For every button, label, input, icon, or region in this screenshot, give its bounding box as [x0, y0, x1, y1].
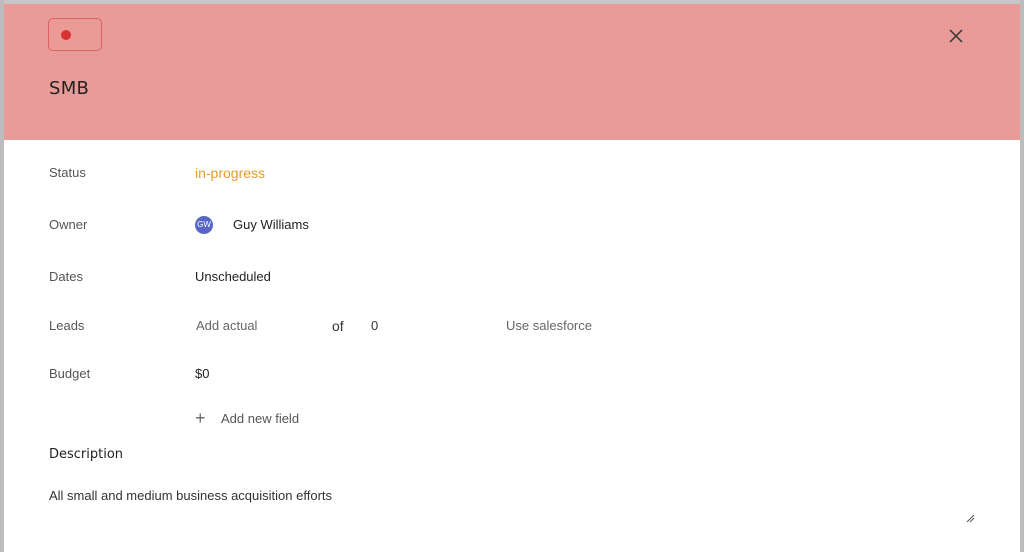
budget-row: Budget $0 — [4, 362, 1020, 386]
use-salesforce-link[interactable]: Use salesforce — [506, 314, 592, 338]
dates-row: Dates Unscheduled — [4, 265, 1020, 289]
leads-label: Leads — [49, 318, 85, 333]
plus-icon: + — [195, 408, 206, 428]
status-value[interactable]: in-progress — [195, 161, 265, 185]
owner-row: Owner GW Guy Williams — [4, 213, 1020, 237]
owner-name[interactable]: Guy Williams — [233, 213, 309, 237]
campaign-detail-modal: SMB Status in-progress Owner GW Guy Will… — [4, 4, 1020, 552]
close-button[interactable] — [944, 24, 968, 48]
modal-header: SMB — [4, 4, 1020, 140]
description-textarea[interactable]: All small and medium business acquisitio… — [49, 486, 979, 526]
backdrop-right — [1020, 0, 1024, 552]
leads-target-input[interactable]: 0 — [371, 314, 378, 338]
color-picker-button[interactable] — [48, 18, 102, 51]
owner-label: Owner — [49, 217, 88, 232]
close-icon — [949, 29, 963, 43]
add-new-field-label: Add new field — [221, 411, 300, 426]
color-dot-icon — [61, 30, 71, 40]
campaign-title[interactable]: SMB — [49, 78, 89, 99]
status-row: Status in-progress — [4, 161, 1020, 185]
description-heading: Description — [49, 447, 124, 462]
dates-label: Dates — [49, 269, 83, 284]
leads-row: Leads Add actual of 0 Use salesforce — [4, 314, 1020, 338]
status-label: Status — [49, 165, 86, 180]
resize-handle-icon[interactable] — [965, 513, 975, 523]
leads-of-text: of — [332, 318, 344, 334]
budget-label: Budget — [49, 366, 91, 381]
budget-value[interactable]: $0 — [195, 362, 209, 386]
avatar: GW — [195, 216, 213, 234]
leads-actual-input[interactable]: Add actual — [196, 314, 257, 338]
dates-value[interactable]: Unscheduled — [195, 265, 271, 289]
